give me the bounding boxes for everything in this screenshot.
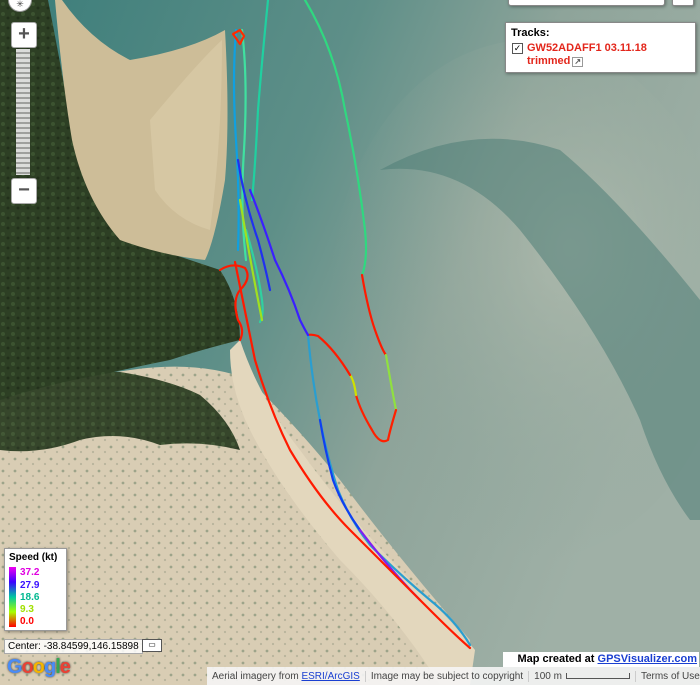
track-name-link[interactable]: GW52ADAFF1 03.11.18 trimmed ↗ [527, 42, 687, 68]
speed-legend: Speed (kt) 37.2 27.9 18.6 9.3 0.0 [4, 548, 67, 631]
legend-label: 27.9 [20, 580, 40, 591]
map-canvas[interactable] [0, 0, 700, 685]
google-logo[interactable]: Google [7, 656, 71, 679]
zoom-out-button[interactable]: − [11, 178, 37, 204]
copyright-notice: Image may be subject to copyright [366, 670, 530, 682]
imagery-attribution: Aerial imagery from ESRI/ArcGIS [207, 670, 366, 682]
esri-link[interactable]: ESRI/ArcGIS [301, 671, 359, 682]
map-type-box[interactable] [508, 0, 665, 6]
legend-label: 0.0 [20, 616, 34, 627]
legend-label: 37.2 [20, 567, 40, 578]
terms-link[interactable]: Terms of Use [636, 671, 700, 682]
track-checkbox[interactable]: ✓ [512, 43, 523, 54]
zoom-control: + − [11, 22, 37, 204]
legend-color-bar [9, 567, 16, 627]
scale-line [565, 673, 630, 679]
legend-title: Speed (kt) [9, 552, 58, 563]
legend-label: 18.6 [20, 592, 40, 603]
ruler-icon[interactable]: ▭ [142, 639, 162, 652]
external-link-icon[interactable]: ↗ [572, 57, 584, 67]
scale-bar: 100 m [529, 670, 636, 682]
gpsvisualizer-link[interactable]: GPSVisualizer.com [598, 653, 697, 665]
zoom-in-button[interactable]: + [11, 22, 37, 48]
legend-label: 9.3 [20, 604, 34, 615]
track-row[interactable]: ✓ GW52ADAFF1 03.11.18 trimmed ↗ [512, 42, 695, 68]
zoom-slider[interactable] [16, 49, 30, 175]
center-coordinates: Center: -38.84599,146.15898 [4, 639, 143, 654]
tracks-header: Tracks: [511, 27, 550, 39]
map-credit: Map created at GPSVisualizer.com [503, 652, 699, 667]
attribution-bar: Aerial imagery from ESRI/ArcGIS Image ma… [207, 667, 700, 685]
map-type-button[interactable] [672, 0, 694, 6]
tracks-panel: Tracks: ✓ GW52ADAFF1 03.11.18 trimmed ↗ [505, 22, 696, 73]
